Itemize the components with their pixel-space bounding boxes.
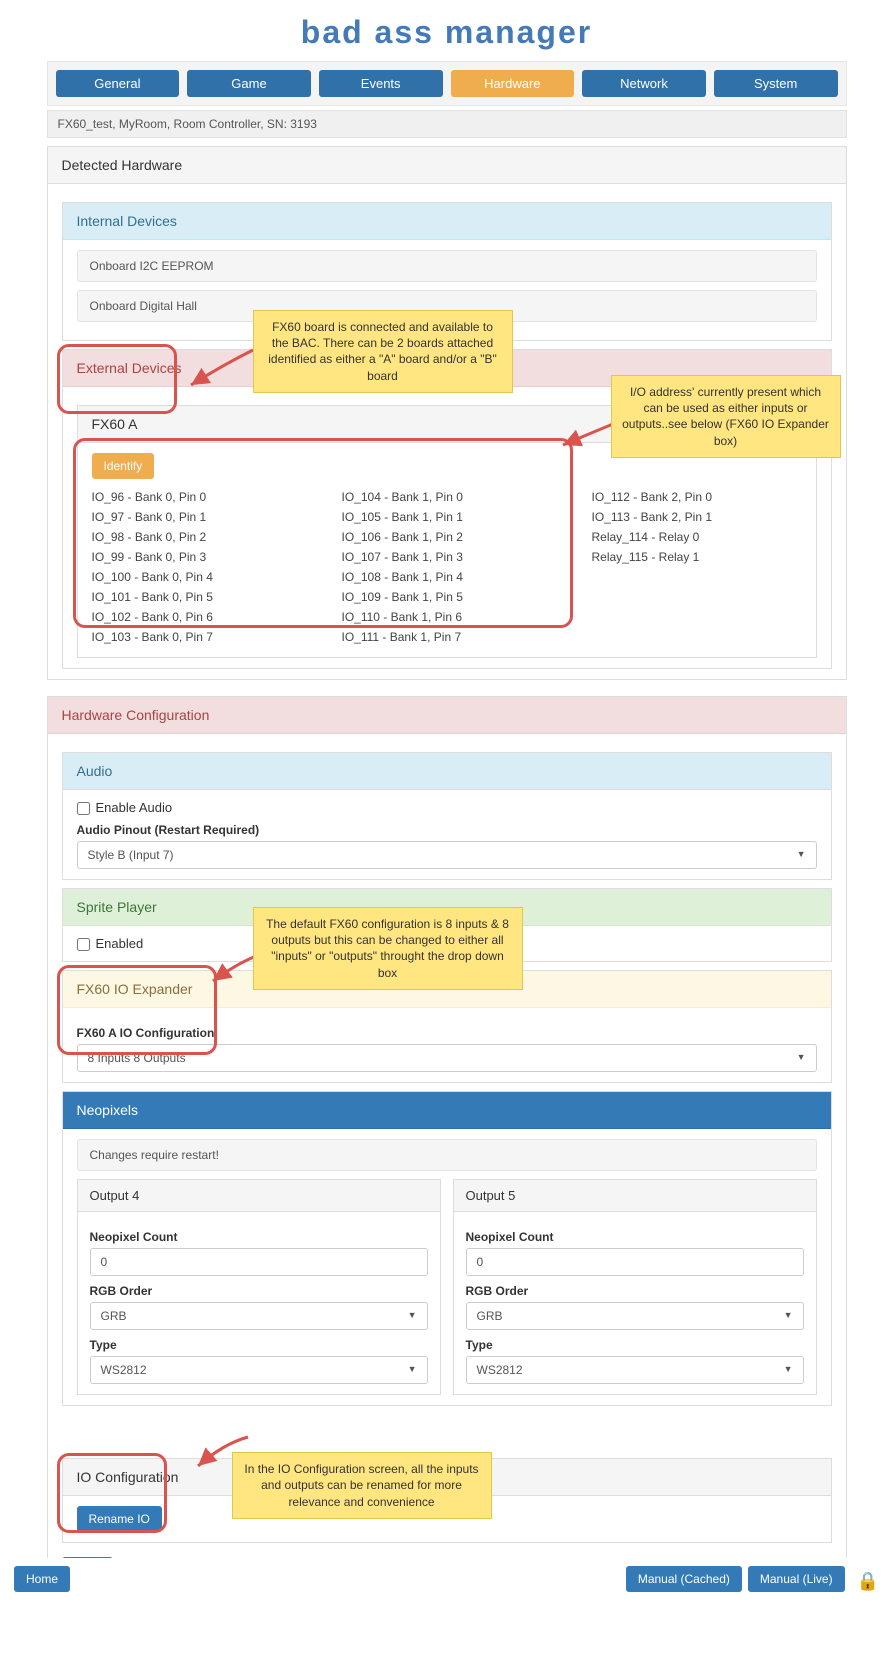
enable-audio-checkbox[interactable]: Enable Audio	[77, 800, 173, 815]
internal-device-item: Onboard I2C EEPROM	[77, 250, 817, 282]
neopixel-count-input[interactable]	[466, 1248, 804, 1276]
io-address-item: IO_99 - Bank 0, Pin 3	[92, 547, 302, 567]
internal-devices-title: Internal Devices	[63, 203, 831, 240]
neopixel-output-title: Output 5	[454, 1180, 816, 1212]
io-address-item: IO_108 - Bank 1, Pin 4	[342, 567, 552, 587]
neopixel-output-title: Output 4	[78, 1180, 440, 1212]
io-address-item: IO_103 - Bank 0, Pin 7	[92, 627, 302, 647]
detected-hardware-title: Detected Hardware	[48, 147, 846, 184]
tab-events[interactable]: Events	[319, 70, 443, 97]
io-address-item: IO_107 - Bank 1, Pin 3	[342, 547, 552, 567]
io-address-item: IO_105 - Bank 1, Pin 1	[342, 507, 552, 527]
io-address-item: Relay_115 - Relay 1	[592, 547, 802, 567]
io-address-item: IO_111 - Bank 1, Pin 7	[342, 627, 552, 647]
callout-io-config: In the IO Configuration screen, all the …	[232, 1452, 492, 1519]
neopixel-order-select[interactable]: GRB	[466, 1302, 804, 1330]
callout-fx60-board: FX60 board is connected and available to…	[253, 310, 513, 393]
manual-cached-button[interactable]: Manual (Cached)	[626, 1566, 742, 1592]
tab-general[interactable]: General	[56, 70, 180, 97]
lock-icon[interactable]: 🔒	[857, 1571, 879, 1592]
neopixel-type-select[interactable]: WS2812	[90, 1356, 428, 1384]
io-address-item: IO_102 - Bank 0, Pin 6	[92, 607, 302, 627]
sprite-enabled-checkbox[interactable]: Enabled	[77, 936, 144, 951]
fx60a-config-label: FX60 A IO Configuration	[77, 1026, 817, 1040]
fx60a-config-select[interactable]: 8 Inputs 8 Outputs	[77, 1044, 817, 1072]
io-address-item: IO_96 - Bank 0, Pin 0	[92, 487, 302, 507]
tab-network[interactable]: Network	[582, 70, 706, 97]
io-address-grid: IO_96 - Bank 0, Pin 0IO_97 - Bank 0, Pin…	[92, 487, 802, 647]
neopixel-order-select[interactable]: GRB	[90, 1302, 428, 1330]
tab-game[interactable]: Game	[187, 70, 311, 97]
io-address-item: IO_112 - Bank 2, Pin 0	[592, 487, 802, 507]
io-address-item: IO_97 - Bank 0, Pin 1	[92, 507, 302, 527]
io-address-item: IO_113 - Bank 2, Pin 1	[592, 507, 802, 527]
tab-hardware[interactable]: Hardware	[451, 70, 575, 97]
io-address-item: IO_100 - Bank 0, Pin 4	[92, 567, 302, 587]
neopixels-note: Changes require restart!	[77, 1139, 817, 1171]
io-address-item: Relay_114 - Relay 0	[592, 527, 802, 547]
io-address-item: IO_101 - Bank 0, Pin 5	[92, 587, 302, 607]
app-title: bad ass manager	[47, 8, 847, 61]
callout-io-address: I/O address' currently present which can…	[611, 375, 841, 458]
breadcrumb: FX60_test, MyRoom, Room Controller, SN: …	[47, 110, 847, 138]
io-address-item: IO_109 - Bank 1, Pin 5	[342, 587, 552, 607]
neopixel-output-card: Output 5 Neopixel Count RGB Order GRB Ty…	[453, 1179, 817, 1395]
rename-io-button[interactable]: Rename IO	[77, 1506, 162, 1532]
neopixel-count-input[interactable]	[90, 1248, 428, 1276]
io-address-item: IO_110 - Bank 1, Pin 6	[342, 607, 552, 627]
io-address-item: IO_98 - Bank 0, Pin 2	[92, 527, 302, 547]
neopixel-type-select[interactable]: WS2812	[466, 1356, 804, 1384]
audio-title: Audio	[63, 753, 831, 790]
io-address-item: IO_104 - Bank 1, Pin 0	[342, 487, 552, 507]
audio-pinout-label: Audio Pinout (Restart Required)	[77, 823, 817, 837]
audio-pinout-select[interactable]: Style B (Input 7)	[77, 841, 817, 869]
neopixels-title: Neopixels	[63, 1092, 831, 1129]
tab-system[interactable]: System	[714, 70, 838, 97]
main-tabs: General Game Events Hardware Network Sys…	[47, 61, 847, 106]
callout-fx60-config: The default FX60 configuration is 8 inpu…	[253, 907, 523, 990]
home-button[interactable]: Home	[14, 1566, 70, 1592]
io-address-item: IO_106 - Bank 1, Pin 2	[342, 527, 552, 547]
manual-live-button[interactable]: Manual (Live)	[748, 1566, 845, 1592]
neopixel-output-card: Output 4 Neopixel Count RGB Order GRB Ty…	[77, 1179, 441, 1395]
hardware-config-title: Hardware Configuration	[48, 697, 846, 734]
identify-button[interactable]: Identify	[92, 453, 155, 479]
